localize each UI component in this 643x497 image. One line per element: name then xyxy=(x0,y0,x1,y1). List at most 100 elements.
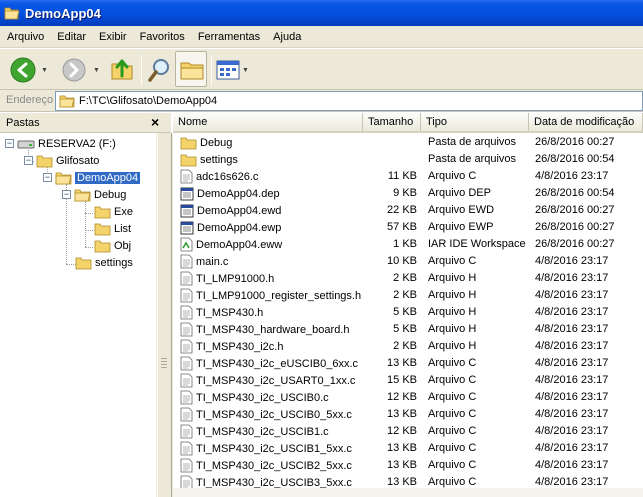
file-row[interactable]: TI_LMP91000.h 2 KB Arquivo H 4/8/2016 23:17 xyxy=(173,270,643,287)
file-name-cell: TI_LMP91000.h xyxy=(180,270,274,287)
file-name-cell: TI_MSP430_i2c_USCIB0_5xx.c xyxy=(180,406,352,423)
tree-item-label: DemoApp04 xyxy=(75,171,141,184)
tree-item-exe[interactable]: Exe xyxy=(94,203,133,220)
tree-item-list[interactable]: List xyxy=(94,220,131,237)
file-size: 10 KB xyxy=(387,255,417,267)
collapse-icon[interactable]: − xyxy=(62,190,71,199)
document-icon xyxy=(180,356,196,371)
file-type: Arquivo H xyxy=(428,272,477,284)
file-row[interactable]: TI_LMP91000_register_settings.h 2 KB Arqui… xyxy=(173,287,643,304)
forward-dropdown-icon[interactable]: ▼ xyxy=(93,67,100,74)
tree-item-obj[interactable]: Obj xyxy=(94,237,131,254)
search-icon[interactable] xyxy=(147,56,173,84)
menu-ferramentas[interactable]: Ferramentas xyxy=(191,27,266,47)
file-name-cell: Debug xyxy=(180,134,232,151)
file-row[interactable]: DemoApp04.ewd 22 KB Arquivo EWD 26/8/2016 0… xyxy=(173,202,643,219)
up-folder-icon[interactable] xyxy=(109,56,135,82)
file-row[interactable]: adc16s626.c 11 KB Arquivo C 4/8/2016 23:17 xyxy=(173,168,643,185)
file-type: Arquivo C xyxy=(428,255,477,267)
file-row[interactable]: TI_MSP430.h 5 KB Arquivo H 4/8/2016 23:17 xyxy=(173,304,643,321)
tree-item-debug[interactable]: Debug xyxy=(74,186,126,203)
file-date: 26/8/2016 00:27 xyxy=(535,136,615,148)
tree-item-label: Glifosato xyxy=(56,154,100,167)
tree-item-glifosato[interactable]: Glifosato xyxy=(36,152,99,169)
file-row[interactable]: TI_MSP430_i2c_USCIB0.c 12 KB Arquivo C 4/8/… xyxy=(173,389,643,406)
file-row[interactable]: TI_MSP430_i2c_USCIB2_5xx.c 13 KB Arquivo C… xyxy=(173,457,643,474)
collapse-icon[interactable]: − xyxy=(5,139,14,148)
file-name-cell: settings xyxy=(180,151,238,168)
expand-icon[interactable]: − xyxy=(24,156,33,165)
back-icon[interactable] xyxy=(9,56,37,84)
file-size: 2 KB xyxy=(393,289,417,301)
folder-pane-scrollbar[interactable] xyxy=(156,133,173,497)
file-date: 4/8/2016 23:17 xyxy=(535,323,609,335)
column-header-name[interactable]: Nome xyxy=(173,113,363,131)
document-icon xyxy=(180,339,196,354)
file-row[interactable]: Debug Pasta de arquivos 26/8/2016 00:27 xyxy=(173,134,643,151)
menu-favoritos[interactable]: Favoritos xyxy=(133,27,191,47)
window-file-icon xyxy=(180,221,197,235)
file-list: Nome Tamanho Tipo Data de modificação De… xyxy=(173,113,643,497)
folder-icon xyxy=(94,206,111,218)
file-row[interactable]: TI_MSP430_i2c_USCIB1_5xx.c 13 KB Arquivo C… xyxy=(173,440,643,457)
file-row[interactable]: TI_MSP430_i2c.h 2 KB Arquivo H 4/8/2016 23:… xyxy=(173,338,643,355)
column-header-size[interactable]: Tamanho xyxy=(363,113,421,131)
file-row[interactable]: TI_MSP430_i2c_eUSCIB0_6xx.c 13 KB Arquivo … xyxy=(173,355,643,372)
file-type: Arquivo C xyxy=(428,476,477,488)
file-row[interactable]: TI_MSP430_hardware_board.h 5 KB Arquivo H 4… xyxy=(173,321,643,338)
forward-icon[interactable] xyxy=(61,57,87,83)
file-row[interactable]: main.c 10 KB Arquivo C 4/8/2016 23:17 xyxy=(173,253,643,270)
file-row[interactable]: DemoApp04.eww 1 KB IAR IDE Workspace 26/8/2… xyxy=(173,236,643,253)
file-name-cell: main.c xyxy=(180,253,228,270)
scrollbar-thumb[interactable] xyxy=(157,133,172,497)
file-row[interactable]: DemoApp04.dep 9 KB Arquivo DEP 26/8/2016 00… xyxy=(173,185,643,202)
menu-editar[interactable]: Editar xyxy=(50,27,92,47)
tree-item-settings[interactable]: settings xyxy=(75,254,133,271)
views-dropdown-icon[interactable]: ▼ xyxy=(242,67,249,74)
file-row[interactable]: TI_MSP430_i2c_USART0_1xx.c 15 KB Arquivo C… xyxy=(173,372,643,389)
file-date: 4/8/2016 23:17 xyxy=(535,425,609,437)
file-row[interactable]: TI_MSP430_i2c_USCIB0_5xx.c 13 KB Arquivo C… xyxy=(173,406,643,423)
horizontal-scrollbar[interactable] xyxy=(173,488,643,497)
folders-pane-header: Pastas × xyxy=(0,113,171,133)
file-name: TI_MSP430_i2c_USCIB2_5xx.c xyxy=(196,459,352,472)
file-date: 26/8/2016 00:27 xyxy=(535,204,615,216)
folder-icon xyxy=(75,257,92,269)
file-name: TI_LMP91000.h xyxy=(196,272,275,285)
file-row[interactable]: TI_MSP430_i2c_USCIB1.c 12 KB Arquivo C 4/8/… xyxy=(173,423,643,440)
collapse-icon[interactable]: − xyxy=(43,173,52,182)
file-name: TI_MSP430_i2c_USCIB1_5xx.c xyxy=(196,442,352,455)
file-size: 12 KB xyxy=(387,391,417,403)
file-row[interactable]: settings Pasta de arquivos 26/8/2016 00:54 xyxy=(173,151,643,168)
close-icon[interactable]: × xyxy=(151,114,159,130)
file-name: DemoApp04.ewd xyxy=(197,204,282,217)
document-icon xyxy=(180,322,196,337)
menu-exibir[interactable]: Exibir xyxy=(92,27,133,47)
file-size: 13 KB xyxy=(387,459,417,471)
file-row[interactable]: DemoApp04.ewp 57 KB Arquivo EWP 26/8/2016 0… xyxy=(173,219,643,236)
back-dropdown-icon[interactable]: ▼ xyxy=(41,67,48,74)
folder-icon xyxy=(36,155,53,167)
views-icon[interactable] xyxy=(216,60,240,80)
address-input[interactable]: F:\TC\Glifosato\DemoApp04 xyxy=(55,91,643,111)
file-size: 5 KB xyxy=(393,323,417,335)
tree-item-label: Debug xyxy=(94,188,127,201)
tree-item-demoapp04[interactable]: DemoApp04 xyxy=(55,169,141,186)
column-header-type[interactable]: Tipo xyxy=(421,113,529,131)
file-type: Arquivo C xyxy=(428,374,477,386)
file-type: Arquivo H xyxy=(428,289,477,301)
column-header-date[interactable]: Data de modificação xyxy=(529,113,643,131)
tree-item-reserva2[interactable]: RESERVA2 (F:) xyxy=(17,135,116,152)
file-name: TI_LMP91000_register_settings.h xyxy=(196,289,362,302)
file-date: 4/8/2016 23:17 xyxy=(535,391,609,403)
workspace-icon xyxy=(180,237,196,252)
folders-button[interactable] xyxy=(175,51,207,87)
file-date: 26/8/2016 00:54 xyxy=(535,153,615,165)
document-icon xyxy=(180,373,196,388)
document-icon xyxy=(180,407,196,422)
menu-ajuda[interactable]: Ajuda xyxy=(266,27,307,47)
document-icon xyxy=(180,458,196,473)
title-bar[interactable]: DemoApp04 xyxy=(0,0,643,26)
document-icon xyxy=(180,254,196,269)
menu-arquivo[interactable]: Arquivo xyxy=(0,27,50,47)
